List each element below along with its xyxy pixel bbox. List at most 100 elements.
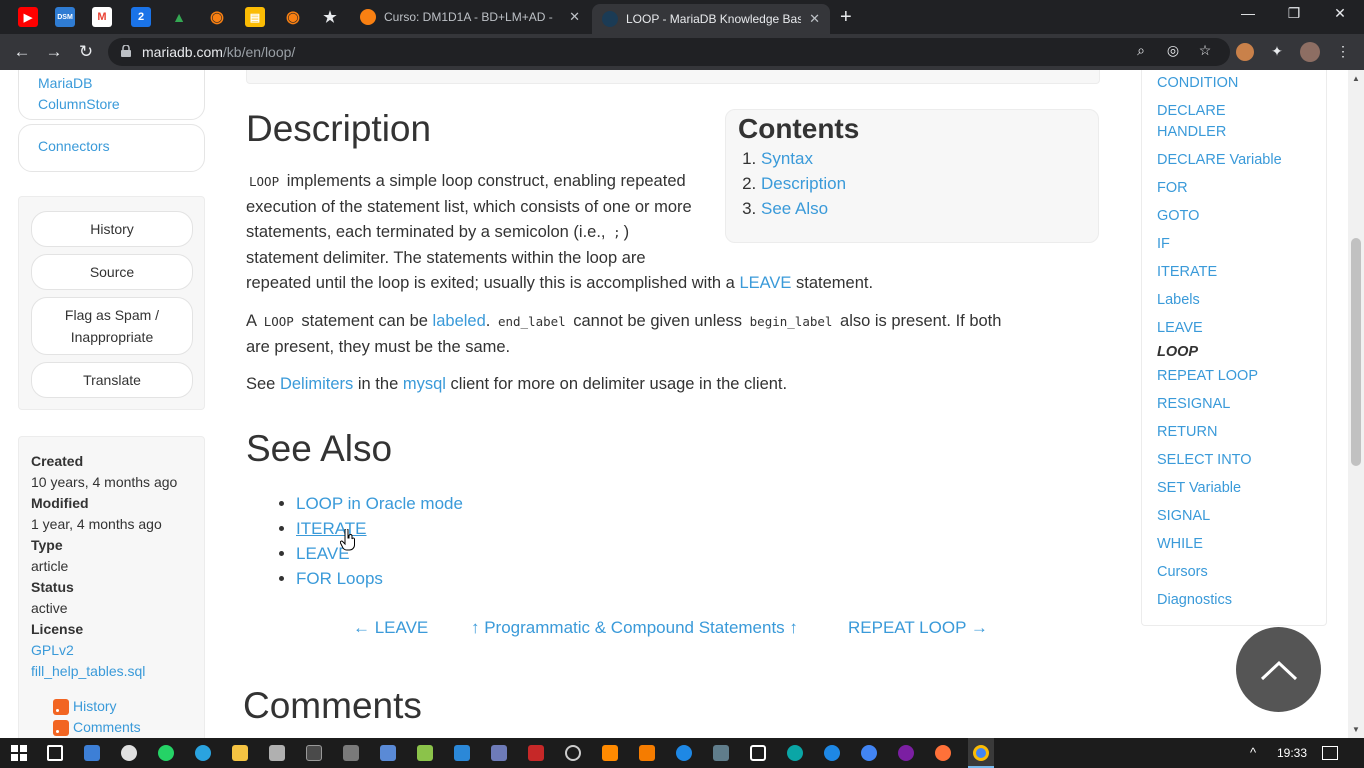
related-link-repeat-loop[interactable]: REPEAT LOOP [1157,368,1258,384]
back-to-top-button[interactable] [1236,627,1321,712]
related-link-goto[interactable]: GOTO [1157,208,1199,224]
edge-icon[interactable] [787,745,803,761]
leave-link[interactable]: LEAVE [739,274,791,292]
telegram-icon[interactable] [195,745,211,761]
app-icon[interactable] [898,745,914,761]
related-link-set-variable[interactable]: SET Variable [1157,480,1241,496]
gmail-icon[interactable]: M [92,7,112,27]
product-link[interactable]: MariaDB ColumnStore [38,75,120,112]
chrome-active-icon[interactable] [968,738,994,768]
related-link-for[interactable]: FOR [1157,180,1188,196]
delimiters-link[interactable]: Delimiters [280,375,353,393]
related-link-if[interactable]: IF [1157,236,1170,252]
extension-avatar-icon[interactable] [1236,43,1254,61]
task-view-icon[interactable] [47,745,63,761]
xampp-icon[interactable] [639,745,655,761]
app-icon[interactable] [269,745,285,761]
notifications-icon[interactable] [1322,746,1338,760]
see-also-link-for-loops[interactable]: FOR Loops [296,569,383,588]
flag-spam-button[interactable]: Flag as Spam / Inappropriate [31,297,193,355]
close-window-button[interactable]: ✕ [1330,5,1350,22]
app-icon[interactable] [676,745,692,761]
related-link-while[interactable]: WHILE [1157,536,1203,552]
history-button[interactable]: History [31,211,193,247]
close-tab-icon[interactable]: ✕ [809,11,820,27]
file-explorer-icon[interactable] [232,745,248,761]
related-link-iterate[interactable]: ITERATE [1157,264,1217,280]
toc-link-see-also[interactable]: See Also [761,199,828,218]
close-tab-icon[interactable]: ✕ [569,9,580,25]
related-link-condition[interactable]: CONDITION [1157,75,1238,91]
minimize-button[interactable]: — [1238,5,1258,21]
related-link-cursors[interactable]: Cursors [1157,564,1208,580]
tab-curso[interactable]: Curso: DM1D1A - BD+LM+AD - ✕ [350,4,590,30]
source-button[interactable]: Source [31,254,193,290]
drive-icon[interactable]: ▲ [169,7,189,27]
keep-icon[interactable]: ▤ [245,7,265,27]
chrome-icon[interactable] [861,745,877,761]
keyboard-icon[interactable] [84,745,100,761]
zoom-icon[interactable]: ⌕ [1132,42,1150,60]
scrollbar-thumb[interactable] [1351,238,1361,466]
notepad-icon[interactable] [380,745,396,761]
translate-button[interactable]: Translate [31,362,193,398]
reload-icon[interactable]: ↻ [76,42,96,62]
youtube-icon[interactable]: ▶ [18,7,38,27]
related-link-leave[interactable]: LEAVE [1157,320,1203,336]
profile-avatar[interactable] [1300,42,1320,62]
bookmark-icon[interactable]: ★ [320,7,340,27]
back-icon[interactable]: ← [12,42,32,62]
scroll-up-icon[interactable]: ▲ [1352,74,1360,83]
related-link-select-into[interactable]: SELECT INTO [1157,452,1252,468]
page-scrollbar[interactable]: ▲ ▼ [1348,70,1364,738]
license-file-link[interactable]: fill_help_tables.sql [31,663,145,679]
see-also-link-loop-oracle[interactable]: LOOP in Oracle mode [296,494,463,513]
vscode-icon[interactable] [454,745,470,761]
related-link-diagnostics[interactable]: Diagnostics [1157,592,1232,608]
app-icon[interactable] [713,745,729,761]
toc-link-description[interactable]: Description [761,174,846,193]
connectors-link[interactable]: Connectors [38,138,110,154]
eye-off-icon[interactable]: ◎ [1164,42,1182,60]
whatsapp-icon[interactable] [158,745,174,761]
related-link-return[interactable]: RETURN [1157,424,1217,440]
related-link-resignal[interactable]: RESIGNAL [1157,396,1230,412]
mysql-link[interactable]: mysql [403,375,446,393]
vlc-icon[interactable] [602,745,618,761]
labeled-link[interactable]: labeled [433,312,486,330]
next-page-link[interactable]: REPEAT LOOP → [848,618,988,638]
terminal-icon[interactable] [306,745,322,761]
tab-loop-active[interactable]: LOOP - MariaDB Knowledge Base ✕ [592,4,830,34]
ie-icon[interactable] [824,745,840,761]
app-icon[interactable] [343,745,359,761]
related-link-declare-handler[interactable]: DECLARE HANDLER [1157,103,1226,140]
notepad-plus-icon[interactable] [417,745,433,761]
start-icon[interactable] [11,745,27,761]
app-icon[interactable] [121,745,137,761]
app-icon[interactable] [491,745,507,761]
app-icon[interactable] [565,745,581,761]
tray-chevron-icon[interactable]: ^ [1250,745,1256,760]
prev-page-link[interactable]: ← LEAVE [353,618,428,638]
history-feed-link[interactable]: History [73,696,117,717]
clock[interactable]: 19:33 [1277,746,1307,760]
moodle2-icon[interactable]: ◉ [283,7,303,27]
related-link-declare-variable[interactable]: DECLARE Variable [1157,152,1282,168]
dsm-icon[interactable]: DSM [55,7,75,27]
parent-page-link[interactable]: ↑ Programmatic & Compound Statements ↑ [471,618,798,638]
moodle-icon[interactable]: ◉ [207,7,227,27]
comments-feed-link[interactable]: Comments [73,717,141,738]
restore-button[interactable]: ❐ [1284,5,1304,22]
toc-link-syntax[interactable]: Syntax [761,149,813,168]
license-link[interactable]: GPLv2 [31,642,74,658]
calendar-icon[interactable]: 2 [131,7,151,27]
filezilla-icon[interactable] [528,745,544,761]
menu-icon[interactable]: ⋮ [1334,43,1352,61]
address-bar[interactable]: mariadb.com/kb/en/loop/ ⌕ ◎ ☆ [108,38,1230,66]
related-link-labels[interactable]: Labels [1157,292,1200,308]
extensions-icon[interactable]: ✦ [1268,43,1286,61]
virtualbox-icon[interactable] [750,745,766,761]
new-tab-button[interactable]: + [840,6,852,29]
forward-icon[interactable]: → [44,42,64,62]
star-icon[interactable]: ☆ [1196,42,1214,60]
